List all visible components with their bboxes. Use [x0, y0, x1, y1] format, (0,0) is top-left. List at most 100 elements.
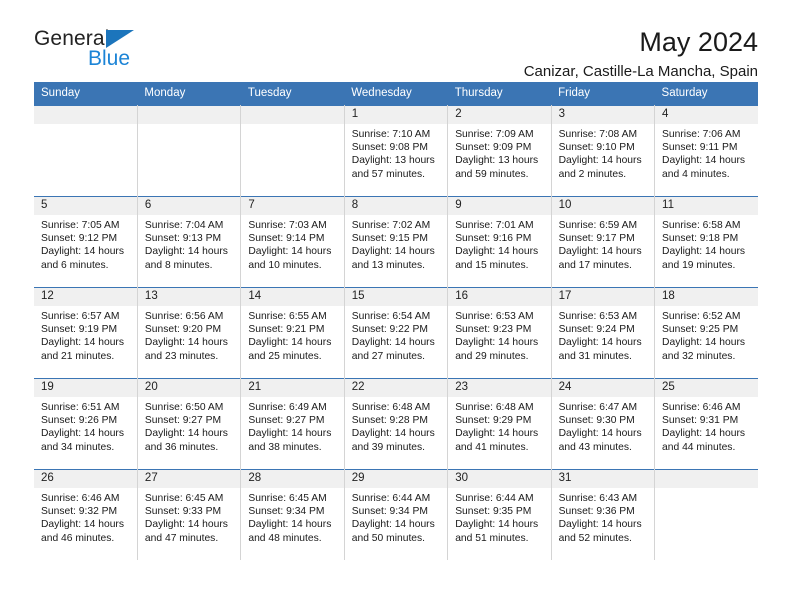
day-details: Sunrise: 7:02 AM Sunset: 9:15 PM Daylight:…: [345, 215, 447, 272]
calendar-day-cell[interactable]: 14 Sunrise: 6:55 AM Sunset: 9:21 PM Dayligh…: [240, 287, 345, 379]
day-number: 4: [655, 106, 758, 124]
logo-triangle-icon: [106, 30, 134, 48]
calendar-day-cell[interactable]: 9 Sunrise: 7:01 AM Sunset: 9:16 PM Daylight…: [447, 196, 552, 288]
sunset-text: Sunset: 9:31 PM: [662, 415, 739, 427]
daylight-text-line1: Daylight: 14 hours: [41, 519, 124, 531]
daylight-text-line2: and 4 minutes.: [662, 168, 730, 180]
day-number: 31: [551, 470, 655, 488]
calendar-day-cell[interactable]: 15 Sunrise: 6:54 AM Sunset: 9:22 PM Dayligh…: [344, 287, 449, 379]
day-details: Sunrise: 7:03 AM Sunset: 9:14 PM Daylight:…: [241, 215, 343, 272]
day-details: Sunrise: 6:57 AM Sunset: 9:19 PM Daylight:…: [34, 306, 137, 363]
daylight-text-line2: and 50 minutes.: [351, 532, 426, 544]
sunrise-text: Sunrise: 6:44 AM: [455, 493, 534, 504]
calendar-day-cell[interactable]: 30 Sunrise: 6:44 AM Sunset: 9:35 PM Dayligh…: [447, 469, 552, 560]
day-cell-inner: 12 Sunrise: 6:57 AM Sunset: 9:19 PM Dayligh…: [34, 288, 137, 378]
calendar-day-cell[interactable]: 19 Sunrise: 6:51 AM Sunset: 9:26 PM Dayligh…: [34, 378, 138, 470]
sunrise-text: Sunrise: 6:43 AM: [558, 493, 638, 504]
sunset-text: Sunset: 9:33 PM: [144, 506, 222, 518]
day-number: 10: [551, 197, 655, 215]
day-cell-inner: 21 Sunrise: 6:49 AM Sunset: 9:27 PM Dayligh…: [241, 379, 344, 469]
calendar-day-cell[interactable]: 29 Sunrise: 6:44 AM Sunset: 9:34 PM Dayligh…: [344, 469, 449, 560]
daylight-text-line1: Daylight: 14 hours: [144, 246, 228, 258]
sunset-text: Sunset: 9:19 PM: [41, 324, 118, 336]
calendar-day-cell[interactable]: 31 Sunrise: 6:43 AM Sunset: 9:36 PM Dayligh…: [551, 469, 656, 560]
day-details: Sunrise: 6:51 AM Sunset: 9:26 PM Daylight:…: [34, 397, 137, 454]
calendar-day-cell-empty: [654, 469, 758, 560]
calendar-day-cell[interactable]: 12 Sunrise: 6:57 AM Sunset: 9:19 PM Dayligh…: [34, 287, 138, 379]
sunrise-text: Sunrise: 6:54 AM: [351, 311, 431, 322]
daylight-text-line1: Daylight: 13 hours: [455, 155, 539, 167]
calendar-day-cell[interactable]: 26 Sunrise: 6:46 AM Sunset: 9:32 PM Dayligh…: [34, 469, 138, 560]
calendar-day-cell[interactable]: 27 Sunrise: 6:45 AM Sunset: 9:33 PM Dayligh…: [137, 469, 242, 560]
sunrise-text: Sunrise: 7:08 AM: [558, 129, 638, 140]
day-number: 25: [655, 379, 758, 397]
calendar-day-cell[interactable]: 22 Sunrise: 6:48 AM Sunset: 9:28 PM Dayligh…: [344, 378, 449, 470]
calendar-day-cell[interactable]: 24 Sunrise: 6:47 AM Sunset: 9:30 PM Dayligh…: [551, 378, 656, 470]
calendar-day-cell[interactable]: 7 Sunrise: 7:03 AM Sunset: 9:14 PM Daylight…: [240, 196, 345, 288]
calendar-day-cell[interactable]: 13 Sunrise: 6:56 AM Sunset: 9:20 PM Dayligh…: [137, 287, 242, 379]
calendar-day-cell[interactable]: 11 Sunrise: 6:58 AM Sunset: 9:18 PM Dayligh…: [654, 196, 758, 288]
sunset-text: Sunset: 9:32 PM: [41, 506, 118, 518]
generalblue-logo[interactable]: General Blue: [34, 28, 154, 76]
calendar-day-cell[interactable]: 16 Sunrise: 6:53 AM Sunset: 9:23 PM Dayligh…: [447, 287, 552, 379]
calendar-day-cell[interactable]: 21 Sunrise: 6:49 AM Sunset: 9:27 PM Dayligh…: [240, 378, 345, 470]
calendar-head: Sunday Monday Tuesday Wednesday Thursday…: [34, 82, 758, 106]
calendar-day-cell[interactable]: 1 Sunrise: 7:10 AM Sunset: 9:08 PM Daylight…: [344, 105, 449, 197]
sunset-text: Sunset: 9:30 PM: [558, 415, 635, 427]
calendar-day-cell[interactable]: 6 Sunrise: 7:04 AM Sunset: 9:13 PM Daylight…: [137, 196, 242, 288]
day-number: 7: [241, 197, 344, 215]
daylight-text-line1: Daylight: 14 hours: [455, 428, 539, 440]
calendar-day-cell[interactable]: 2 Sunrise: 7:09 AM Sunset: 9:09 PM Daylight…: [447, 105, 552, 197]
sunset-text: Sunset: 9:23 PM: [455, 324, 532, 336]
day-number: 8: [344, 197, 448, 215]
sunset-text: Sunset: 9:16 PM: [455, 233, 532, 245]
day-number: 19: [34, 379, 137, 397]
daylight-text-line2: and 39 minutes.: [351, 441, 426, 453]
daylight-text-line2: and 44 minutes.: [662, 441, 736, 453]
calendar-day-cell[interactable]: 17 Sunrise: 6:53 AM Sunset: 9:24 PM Dayligh…: [551, 287, 656, 379]
calendar-day-cell[interactable]: 20 Sunrise: 6:50 AM Sunset: 9:27 PM Dayligh…: [137, 378, 242, 470]
daylight-text-line2: and 52 minutes.: [558, 532, 632, 544]
day-number: 12: [34, 288, 137, 306]
calendar-day-cell[interactable]: 25 Sunrise: 6:46 AM Sunset: 9:31 PM Dayligh…: [654, 378, 758, 470]
sunrise-text: Sunrise: 7:05 AM: [41, 220, 120, 231]
daylight-text-line2: and 6 minutes.: [41, 259, 109, 271]
calendar-day-cell[interactable]: 18 Sunrise: 6:52 AM Sunset: 9:25 PM Dayligh…: [654, 287, 758, 379]
calendar-day-cell[interactable]: 4 Sunrise: 7:06 AM Sunset: 9:11 PM Daylight…: [654, 105, 758, 197]
daylight-text-line1: Daylight: 14 hours: [144, 428, 228, 440]
daylight-text-line1: Daylight: 14 hours: [144, 337, 228, 349]
calendar-week-row: 19 Sunrise: 6:51 AM Sunset: 9:26 PM Dayligh…: [34, 378, 758, 470]
day-number: 17: [551, 288, 655, 306]
calendar-body: 1 Sunrise: 7:10 AM Sunset: 9:08 PM Daylight…: [34, 105, 758, 560]
daylight-text-line1: Daylight: 14 hours: [558, 337, 642, 349]
daylight-text-line1: Daylight: 14 hours: [351, 337, 435, 349]
sunset-text: Sunset: 9:36 PM: [558, 506, 635, 518]
daylight-text-line2: and 31 minutes.: [558, 350, 632, 362]
calendar-day-cell[interactable]: 8 Sunrise: 7:02 AM Sunset: 9:15 PM Daylight…: [344, 196, 449, 288]
calendar-day-cell-empty: [240, 105, 345, 197]
day-cell-inner: 8 Sunrise: 7:02 AM Sunset: 9:15 PM Daylight…: [344, 197, 448, 287]
day-cell-inner: 15 Sunrise: 6:54 AM Sunset: 9:22 PM Dayligh…: [344, 288, 448, 378]
calendar-day-cell[interactable]: 28 Sunrise: 6:45 AM Sunset: 9:34 PM Dayligh…: [240, 469, 345, 560]
day-number: 3: [551, 106, 655, 124]
day-cell-inner: 28 Sunrise: 6:45 AM Sunset: 9:34 PM Dayligh…: [241, 470, 344, 560]
calendar-day-cell[interactable]: 5 Sunrise: 7:05 AM Sunset: 9:12 PM Daylight…: [34, 196, 138, 288]
day-details: Sunrise: 6:58 AM Sunset: 9:18 PM Daylight:…: [655, 215, 758, 272]
sunrise-text: Sunrise: 7:03 AM: [248, 220, 327, 231]
daylight-text-line1: Daylight: 14 hours: [662, 337, 746, 349]
calendar-day-cell[interactable]: 10 Sunrise: 6:59 AM Sunset: 9:17 PM Dayligh…: [551, 196, 656, 288]
calendar-day-cell[interactable]: 3 Sunrise: 7:08 AM Sunset: 9:10 PM Daylight…: [551, 105, 656, 197]
sunset-text: Sunset: 9:12 PM: [41, 233, 118, 245]
day-cell-inner: 29 Sunrise: 6:44 AM Sunset: 9:34 PM Dayligh…: [344, 470, 448, 560]
daylight-text-line2: and 27 minutes.: [351, 350, 426, 362]
calendar-day-cell[interactable]: 23 Sunrise: 6:48 AM Sunset: 9:29 PM Dayligh…: [447, 378, 552, 470]
daylight-text-line2: and 32 minutes.: [662, 350, 736, 362]
day-number: 9: [448, 197, 551, 215]
daylight-text-line1: Daylight: 14 hours: [41, 428, 124, 440]
day-number: 28: [241, 470, 344, 488]
day-details: Sunrise: 7:06 AM Sunset: 9:11 PM Daylight:…: [655, 124, 758, 181]
day-details: Sunrise: 6:45 AM Sunset: 9:33 PM Daylight:…: [138, 488, 240, 545]
sunset-text: Sunset: 9:25 PM: [662, 324, 739, 336]
sunset-text: Sunset: 9:09 PM: [455, 142, 532, 154]
day-details: Sunrise: 7:01 AM Sunset: 9:16 PM Daylight:…: [448, 215, 550, 272]
